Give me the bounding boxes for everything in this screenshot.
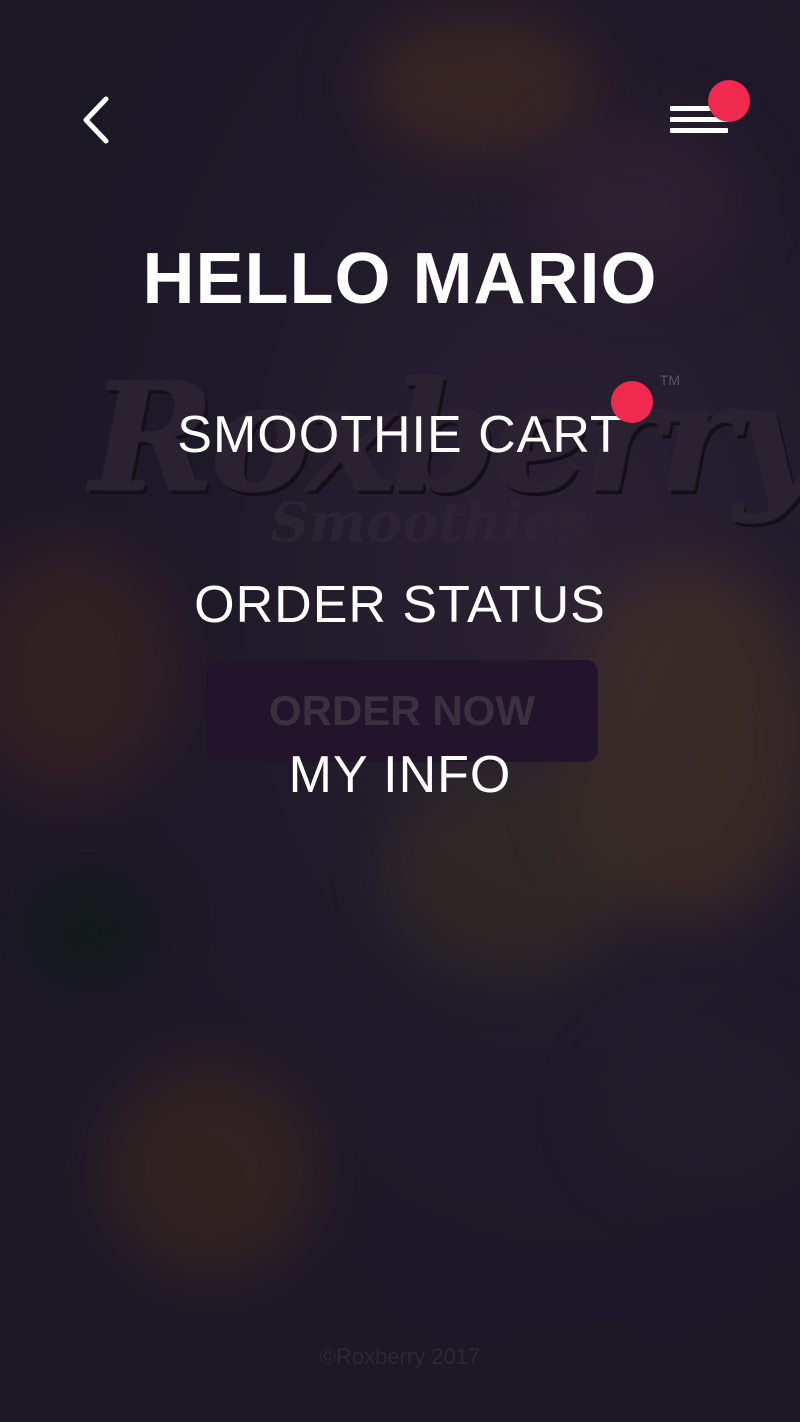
menu-item-order-status[interactable]: ORDER STATUS (194, 565, 606, 735)
menu-item-label: MY INFO (288, 746, 512, 804)
menu-notification-dot (708, 80, 750, 122)
back-button[interactable] (70, 90, 120, 150)
chevron-left-icon (83, 96, 109, 144)
nav-menu: SMOOTHIE CART ORDER STATUS MY INFO (0, 381, 800, 905)
menu-item-label: ORDER STATUS (194, 576, 606, 634)
menu-item-label: SMOOTHIE CART (177, 406, 623, 464)
copyright-footer: ©Roxberry 2017 (319, 1344, 481, 1369)
menu-item-smoothie-cart[interactable]: SMOOTHIE CART (177, 381, 653, 565)
cart-notification-dot (610, 381, 653, 423)
menu-button[interactable] (662, 80, 750, 144)
greeting-title: HELLO MARIO (142, 239, 658, 319)
menu-item-my-info[interactable]: MY INFO (289, 735, 512, 905)
